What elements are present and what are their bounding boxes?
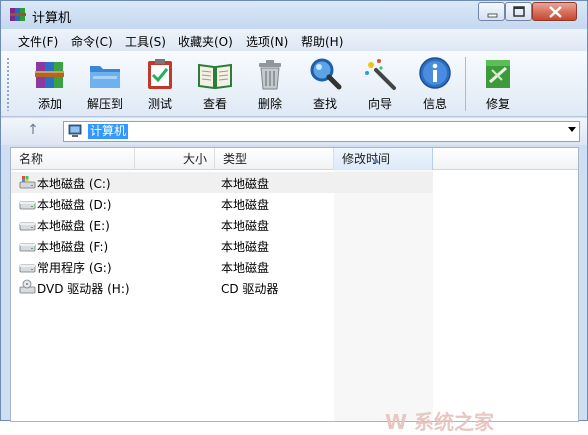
wizard-wand-icon: [365, 59, 396, 90]
drive-row-d[interactable]: 本地磁盘 (D:) 本地磁盘: [11, 193, 433, 214]
up-arrow-icon: ↑: [27, 122, 39, 138]
winrar-app-icon: [10, 8, 26, 21]
menu-command[interactable]: 命令(C): [71, 33, 113, 50]
extract-to-icon: [90, 66, 120, 88]
sort-up-icon: ▲: [373, 155, 380, 164]
drive-name: 本地磁盘 (D:): [37, 198, 112, 212]
minimize-icon: [487, 13, 498, 18]
hard-drive-icon: [19, 243, 36, 252]
test-clipboard-icon: [148, 59, 172, 89]
drive-type: 本地磁盘: [221, 261, 270, 275]
drive-name: 本地磁盘 (F:): [37, 240, 109, 254]
info-icon: [419, 57, 451, 89]
delete-button[interactable]: 删除: [242, 53, 298, 115]
extract-to-label: 解压到: [86, 97, 123, 111]
address-field[interactable]: 计算机: [63, 121, 580, 142]
address-dropdown-icon[interactable]: [568, 127, 576, 132]
winrar-window: 计算机 文件(F) 命令(C) 工具(S) 收藏夹(O) 选项(N) 帮助(H)…: [0, 0, 588, 434]
hard-drive-icon: [19, 201, 36, 210]
delete-trash-icon: [259, 60, 281, 90]
maximize-icon: [513, 6, 525, 17]
toolbar-separator: [465, 57, 466, 111]
dvd-drive-icon: [19, 279, 36, 294]
view-book-icon: [198, 63, 232, 90]
column-type-label: 类型: [223, 152, 248, 166]
column-header-size[interactable]: 大小: [135, 148, 215, 170]
find-button[interactable]: 查找: [297, 53, 353, 115]
drive-type: 本地磁盘: [221, 198, 270, 212]
drive-type: 本地磁盘: [221, 219, 270, 233]
list-header: 名称 大小 类型 ▲ 修改时间: [11, 148, 578, 170]
system-drive-icon: [19, 176, 36, 189]
toolbar: 添加 解压到 测试 查看 删除 查找 向导 信息 修复: [1, 51, 587, 117]
drive-type: CD 驱动器: [221, 282, 279, 296]
column-header-type[interactable]: 类型: [215, 148, 334, 170]
close-button[interactable]: [532, 2, 577, 21]
hard-drive-icon: [19, 264, 36, 273]
drive-type: 本地磁盘: [221, 240, 270, 254]
column-header-name[interactable]: 名称: [11, 148, 135, 170]
test-label: 测试: [147, 97, 172, 111]
find-label: 查找: [312, 97, 337, 111]
toolbar-grip[interactable]: [6, 57, 10, 111]
window-title: 计算机: [32, 11, 72, 26]
view-button[interactable]: 查看: [187, 53, 243, 115]
extract-to-button[interactable]: 解压到: [77, 53, 133, 115]
file-list[interactable]: 名称 大小 类型 ▲ 修改时间 本地磁盘 (C:) 本地磁盘 本地磁盘 (D:)…: [10, 147, 579, 422]
drive-row-g[interactable]: 常用程序 (G:) 本地磁盘: [11, 256, 433, 277]
test-button[interactable]: 测试: [132, 53, 188, 115]
wizard-button[interactable]: 向导: [352, 53, 408, 115]
info-label: 信息: [422, 97, 447, 111]
repair-button[interactable]: 修复: [470, 53, 526, 115]
drive-row-h[interactable]: DVD 驱动器 (H:) CD 驱动器: [11, 277, 433, 298]
menu-file[interactable]: 文件(F): [18, 33, 58, 50]
menu-options[interactable]: 选项(N): [246, 33, 288, 50]
menu-tools[interactable]: 工具(S): [125, 33, 166, 50]
add-button[interactable]: 添加: [22, 53, 78, 115]
repair-icon: [486, 60, 510, 88]
add-archive-icon: [35, 62, 64, 88]
drive-name: DVD 驱动器 (H:): [37, 282, 130, 296]
column-modified-label: 修改时间: [342, 152, 391, 166]
address-path[interactable]: 计算机: [88, 124, 129, 139]
drive-row-e[interactable]: 本地磁盘 (E:) 本地磁盘: [11, 214, 433, 235]
wizard-label: 向导: [367, 97, 392, 111]
menu-help[interactable]: 帮助(H): [301, 33, 343, 50]
up-one-level-button[interactable]: ↑: [23, 122, 43, 140]
address-bar: ↑ 计算机: [1, 118, 587, 145]
drive-row-c[interactable]: 本地磁盘 (C:) 本地磁盘: [11, 172, 433, 193]
column-header-modified[interactable]: ▲ 修改时间: [334, 148, 433, 170]
minimize-button[interactable]: [478, 2, 505, 21]
menu-bar: 文件(F) 命令(C) 工具(S) 收藏夹(O) 选项(N) 帮助(H): [1, 29, 587, 51]
view-label: 查看: [202, 97, 227, 111]
hard-drive-icon: [19, 222, 36, 231]
info-button[interactable]: 信息: [407, 53, 463, 115]
close-icon: [549, 6, 562, 18]
column-name-label: 名称: [19, 152, 44, 166]
drive-type: 本地磁盘: [221, 177, 270, 191]
menu-favorites[interactable]: 收藏夹(O): [178, 33, 233, 50]
drive-row-f[interactable]: 本地磁盘 (F:) 本地磁盘: [11, 235, 433, 256]
computer-icon: [68, 124, 82, 137]
add-label: 添加: [37, 97, 62, 111]
find-magnifier-icon: [310, 58, 342, 90]
repair-label: 修复: [485, 97, 510, 111]
title-bar[interactable]: 计算机: [1, 1, 587, 29]
column-size-label: 大小: [182, 152, 207, 166]
drive-name: 本地磁盘 (C:): [37, 177, 111, 191]
drive-name: 本地磁盘 (E:): [37, 219, 110, 233]
delete-label: 删除: [257, 97, 282, 111]
drive-name: 常用程序 (G:): [37, 261, 112, 275]
maximize-button[interactable]: [505, 2, 532, 21]
